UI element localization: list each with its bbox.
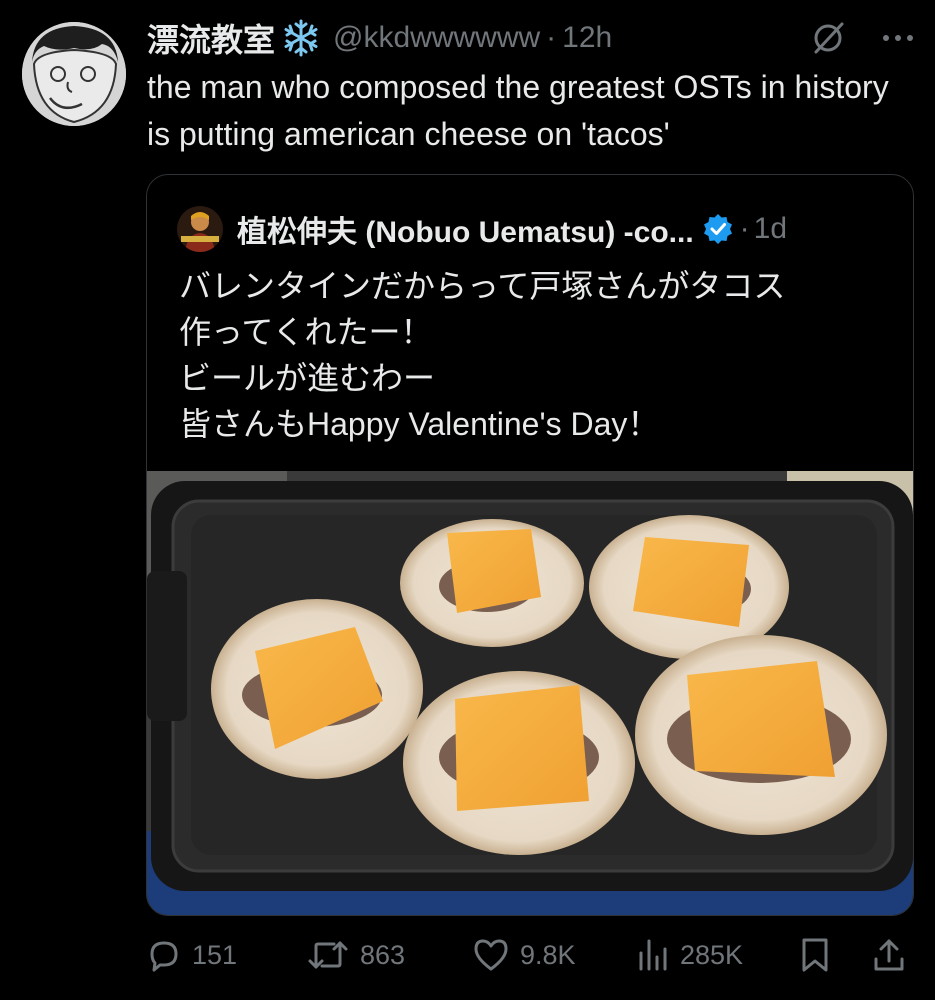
views-chart-icon	[639, 939, 667, 971]
tweet-text: the man who composed the greatest OSTs i…	[147, 69, 889, 152]
heart-icon	[474, 939, 508, 971]
quoted-text-line: 作ってくれたー！	[179, 314, 433, 350]
author-display-name[interactable]: 漂流教室	[147, 15, 275, 61]
musician-avatar-icon	[177, 206, 223, 252]
separator-dot: ·	[546, 21, 557, 54]
repost-icon	[308, 941, 348, 969]
share-button[interactable]	[872, 930, 906, 980]
separator-dot: ·	[739, 212, 750, 245]
view-count: 285K	[680, 939, 744, 970]
bookmark-icon	[802, 938, 828, 972]
quoted-text-line: 皆さんもHappy Valentine's Day！	[179, 406, 660, 442]
repost-button[interactable]: 863	[306, 930, 405, 980]
grok-icon[interactable]	[811, 21, 845, 55]
reply-icon	[150, 941, 178, 972]
repost-count: 863	[360, 939, 406, 970]
reply-button[interactable]: 151	[146, 930, 237, 980]
like-count: 9.8K	[520, 939, 576, 970]
more-options-icon[interactable]	[881, 32, 915, 44]
author-handle[interactable]: @kkdwwwwww	[333, 21, 540, 55]
quoted-tweet-card[interactable]: 植松伸夫 (Nobuo Uematsu) -co... · 1d バレンタインだ…	[146, 174, 914, 916]
quoted-text-line: バレンタインだからって戸塚さんがタコス	[179, 268, 786, 304]
tweet-header: 漂流教室 @kkdwwwwww · 12h	[147, 14, 915, 62]
like-button[interactable]: 9.8K	[472, 930, 576, 980]
views-button[interactable]: 285K	[636, 930, 743, 980]
cartoon-face-avatar-icon	[22, 22, 126, 126]
tweet-action-bar: 151 863 9.8K 285K	[146, 930, 912, 980]
quoted-author-avatar[interactable]	[177, 206, 223, 252]
quoted-author-display-name[interactable]: 植松伸夫 (Nobuo Uematsu) -co...	[237, 207, 694, 251]
quoted-tweet-text: バレンタインだからって戸塚さんがタコス 作ってくれたー！ ビールが進むわー 皆さ…	[179, 263, 899, 447]
quoted-tweet-timestamp[interactable]: 1d	[754, 212, 787, 246]
quoted-text-line: ビールが進むわー	[179, 360, 436, 396]
author-avatar[interactable]	[22, 22, 126, 126]
quoted-tweet-photo[interactable]	[147, 471, 913, 915]
quoted-tweet-header: 植松伸夫 (Nobuo Uematsu) -co... · 1d	[177, 203, 893, 255]
share-icon	[874, 939, 904, 971]
snowflake-icon	[281, 18, 321, 58]
bookmark-button[interactable]	[800, 930, 830, 980]
tweet-timestamp[interactable]: 12h	[562, 21, 612, 55]
verified-badge-icon	[702, 213, 734, 245]
tacos-on-griddle-photo-icon	[147, 471, 913, 915]
reply-count: 151	[192, 939, 238, 970]
